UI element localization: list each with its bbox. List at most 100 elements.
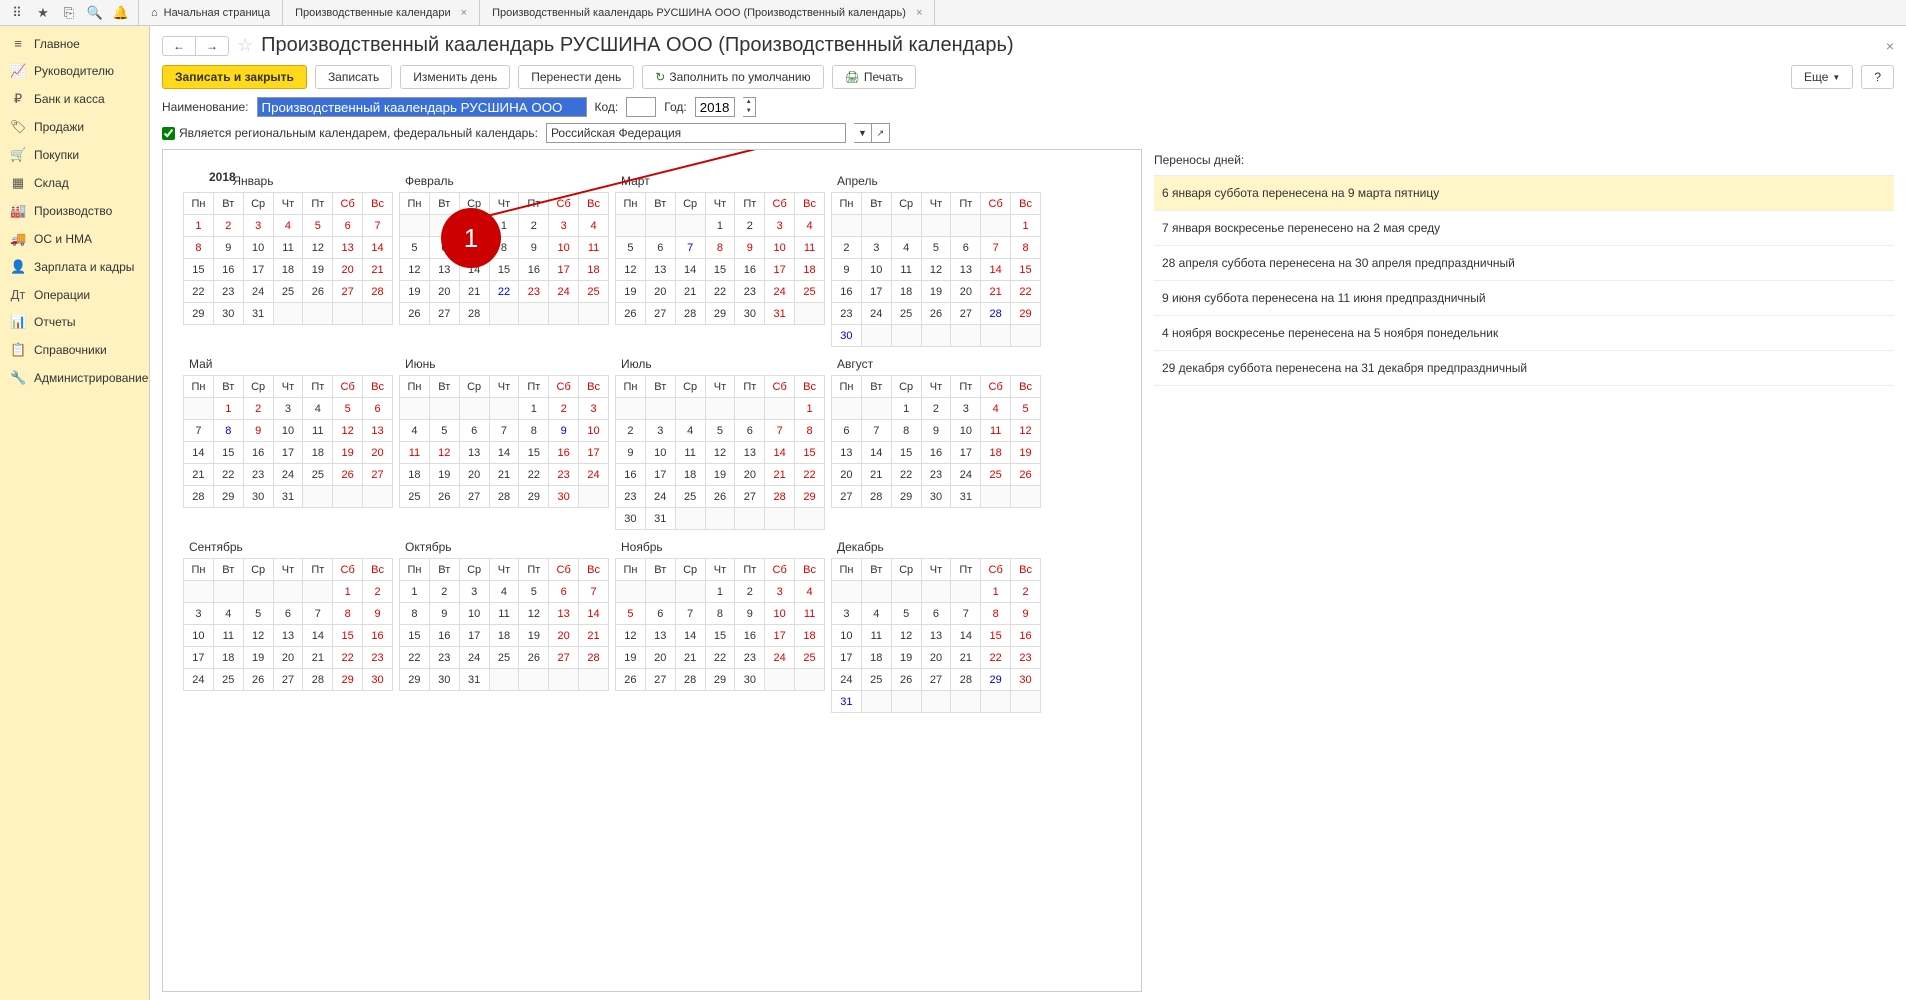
- calendar-day[interactable]: 21: [459, 281, 489, 303]
- calendar-day[interactable]: 28: [184, 486, 214, 508]
- tab-home[interactable]: ⌂ Начальная страница: [138, 0, 283, 25]
- calendar-day[interactable]: 5: [705, 420, 735, 442]
- calendar-day[interactable]: 14: [489, 442, 519, 464]
- sidebar-item-9[interactable]: ДтОперации: [0, 281, 149, 308]
- calendar-day[interactable]: 12: [921, 259, 951, 281]
- calendar-day[interactable]: 5: [303, 215, 333, 237]
- calendar-day[interactable]: 19: [705, 464, 735, 486]
- calendar-day[interactable]: 20: [645, 647, 675, 669]
- sidebar-item-8[interactable]: 👤Зарплата и кадры: [0, 253, 149, 281]
- calendar-day[interactable]: 16: [213, 259, 243, 281]
- calendar-day[interactable]: 6: [921, 603, 951, 625]
- calendar-day[interactable]: 7: [303, 603, 333, 625]
- calendar-day[interactable]: 7: [861, 420, 891, 442]
- calendar-day[interactable]: 26: [243, 669, 273, 691]
- calendar-day[interactable]: 19: [891, 647, 921, 669]
- calendar-day[interactable]: 26: [400, 303, 430, 325]
- calendar-day[interactable]: 4: [213, 603, 243, 625]
- calendar-day[interactable]: 20: [333, 259, 363, 281]
- calendar-day[interactable]: 18: [675, 464, 705, 486]
- calendar-day[interactable]: 12: [616, 259, 646, 281]
- calendar-day[interactable]: 26: [891, 669, 921, 691]
- calendar-day[interactable]: 4: [891, 237, 921, 259]
- calendar-day[interactable]: 17: [549, 259, 579, 281]
- calendar-day[interactable]: 29: [1011, 303, 1041, 325]
- calendar-day[interactable]: 14: [184, 442, 214, 464]
- calendar-day[interactable]: 20: [832, 464, 862, 486]
- calendar-day[interactable]: 27: [645, 303, 675, 325]
- calendar-day[interactable]: 18: [400, 464, 430, 486]
- calendar-day[interactable]: 2: [429, 581, 459, 603]
- calendar-day[interactable]: 20: [429, 281, 459, 303]
- calendar-day[interactable]: 28: [981, 303, 1011, 325]
- calendar-day[interactable]: 13: [549, 603, 579, 625]
- calendar-day[interactable]: 9: [832, 259, 862, 281]
- calendar-day[interactable]: 16: [616, 464, 646, 486]
- calendar-day[interactable]: 10: [765, 237, 795, 259]
- calendar-day[interactable]: 4: [981, 398, 1011, 420]
- calendar-day[interactable]: 24: [951, 464, 981, 486]
- calendar-day[interactable]: 27: [832, 486, 862, 508]
- calendar-day[interactable]: 13: [645, 259, 675, 281]
- name-input[interactable]: [257, 97, 587, 117]
- calendar-day[interactable]: 8: [981, 603, 1011, 625]
- calendar-day[interactable]: 8: [705, 237, 735, 259]
- calendar-day[interactable]: 17: [861, 281, 891, 303]
- calendar-day[interactable]: 25: [213, 669, 243, 691]
- calendar-day[interactable]: 23: [735, 647, 765, 669]
- calendar-day[interactable]: 29: [705, 669, 735, 691]
- combo-dropdown-icon[interactable]: ▼: [854, 123, 872, 143]
- calendar-day[interactable]: 11: [273, 237, 303, 259]
- transfer-item[interactable]: 28 апреля суббота перенесена на 30 апрел…: [1154, 246, 1894, 281]
- apps-icon[interactable]: ⠿: [10, 6, 24, 20]
- calendar-day[interactable]: 11: [675, 442, 705, 464]
- calendar-day[interactable]: 23: [363, 647, 393, 669]
- calendar-day[interactable]: 29: [213, 486, 243, 508]
- calendar-day[interactable]: 25: [303, 464, 333, 486]
- calendar-day[interactable]: 24: [579, 464, 609, 486]
- calendar-day[interactable]: 17: [645, 464, 675, 486]
- calendar-day[interactable]: 13: [735, 442, 765, 464]
- calendar-day[interactable]: 5: [921, 237, 951, 259]
- calendar-day[interactable]: 15: [795, 442, 825, 464]
- regional-checkbox[interactable]: Является региональным календарем, федера…: [162, 126, 538, 140]
- calendar-day[interactable]: 2: [735, 215, 765, 237]
- calendar-day[interactable]: 9: [616, 442, 646, 464]
- calendar-day[interactable]: 21: [579, 625, 609, 647]
- calendar-day[interactable]: 19: [243, 647, 273, 669]
- calendar-day[interactable]: 23: [616, 486, 646, 508]
- calendar-day[interactable]: 10: [184, 625, 214, 647]
- calendar-day[interactable]: 20: [951, 281, 981, 303]
- calendar-day[interactable]: 31: [645, 508, 675, 530]
- calendar-day[interactable]: 18: [861, 647, 891, 669]
- calendar-day[interactable]: 26: [616, 303, 646, 325]
- calendar-day[interactable]: 4: [579, 215, 609, 237]
- calendar-day[interactable]: 14: [675, 259, 705, 281]
- calendar-day[interactable]: 5: [519, 581, 549, 603]
- calendar-day[interactable]: 22: [333, 647, 363, 669]
- calendar-day[interactable]: 15: [1011, 259, 1041, 281]
- calendar-day[interactable]: 14: [675, 625, 705, 647]
- calendar-day[interactable]: 27: [429, 303, 459, 325]
- move-day-button[interactable]: Перенести день: [518, 65, 634, 89]
- transfer-item[interactable]: 7 января воскресенье перенесено на 2 мая…: [1154, 211, 1894, 246]
- calendar-day[interactable]: 6: [951, 237, 981, 259]
- search-icon[interactable]: 🔍: [88, 6, 102, 20]
- sidebar-item-12[interactable]: 🔧Администрирование: [0, 364, 149, 392]
- calendar-day[interactable]: 10: [243, 237, 273, 259]
- calendar-day[interactable]: 14: [951, 625, 981, 647]
- calendar-day[interactable]: 6: [832, 420, 862, 442]
- calendar-day[interactable]: 13: [273, 625, 303, 647]
- change-day-button[interactable]: Изменить день: [400, 65, 510, 89]
- calendar-day[interactable]: 9: [549, 420, 579, 442]
- combo-open-icon[interactable]: ↗: [872, 123, 890, 143]
- calendar-day[interactable]: 2: [616, 420, 646, 442]
- calendar-day[interactable]: 18: [981, 442, 1011, 464]
- tab-calendars[interactable]: Производственные календари ×: [283, 0, 480, 25]
- calendar-day[interactable]: 4: [861, 603, 891, 625]
- calendar-day[interactable]: 26: [519, 647, 549, 669]
- history-icon[interactable]: ⎘: [62, 6, 76, 20]
- calendar-day[interactable]: 30: [735, 303, 765, 325]
- calendar-day[interactable]: 9: [735, 237, 765, 259]
- calendar-day[interactable]: 16: [429, 625, 459, 647]
